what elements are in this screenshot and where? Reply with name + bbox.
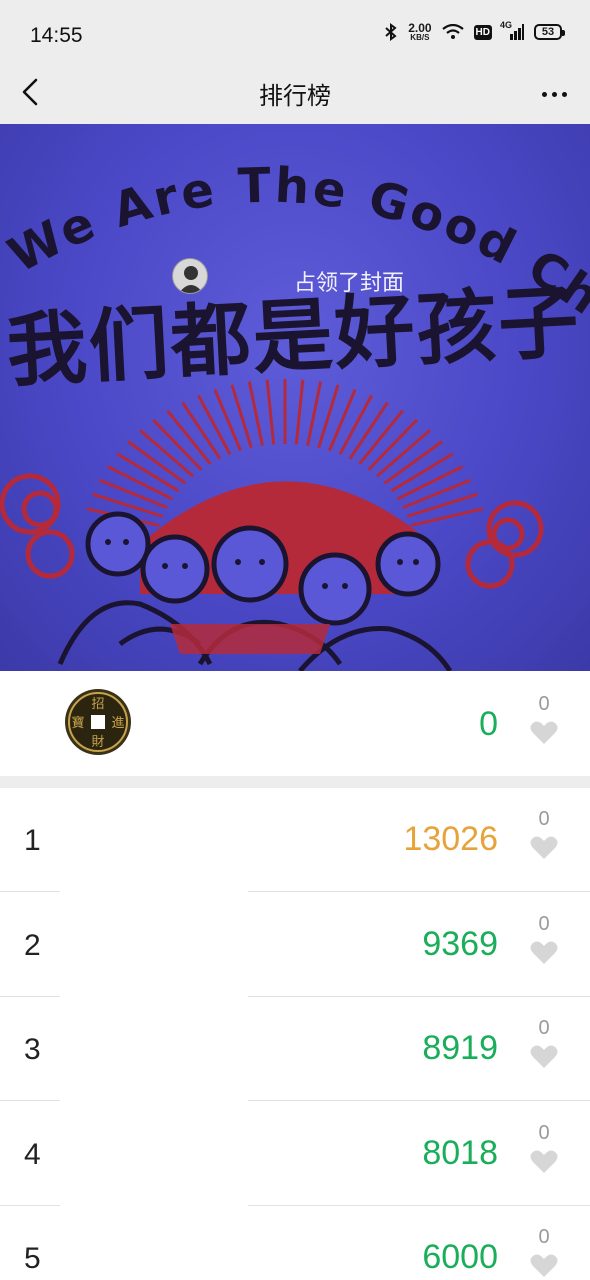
like-count: 0 <box>538 1017 550 1039</box>
like-button[interactable]: 0 <box>530 1017 558 1069</box>
my-like-button[interactable]: 0 <box>530 693 558 745</box>
coin-avatar-icon[interactable]: 招 財 寶 進 <box>64 688 132 756</box>
hd-badge: HD <box>473 24 492 40</box>
status-time: 14:55 <box>30 24 83 47</box>
cover-owner-avatar[interactable] <box>172 258 208 294</box>
section-divider <box>0 776 590 788</box>
battery-level: 53 <box>541 26 555 38</box>
my-steps: 0 <box>479 705 498 743</box>
net-speed-unit: KB/S <box>410 33 430 42</box>
net-speed: 2.00 KB/S <box>408 22 431 42</box>
more-dot <box>551 91 557 97</box>
signal-icon: 4G <box>500 20 524 40</box>
network-type-label: 4G <box>500 20 513 30</box>
right-flower <box>465 500 544 589</box>
status-icons: 2.00 KB/S HD 4G 53 <box>384 20 565 42</box>
cover-illustration: We Are The Good Children 我们都是好孩子 <box>0 124 590 671</box>
sun-ray <box>197 394 232 456</box>
more-dot <box>541 91 547 97</box>
like-button[interactable]: 0 <box>530 808 558 860</box>
rank-row[interactable]: 2 9369 0 <box>0 892 590 997</box>
more-button[interactable] <box>532 74 576 114</box>
rank-number: 1 <box>24 824 41 857</box>
like-count: 0 <box>538 808 550 830</box>
svg-text:寶: 寶 <box>71 715 84 731</box>
rank-row[interactable]: 3 8919 0 <box>0 997 590 1101</box>
nav-bar: 排行榜 <box>0 70 590 124</box>
like-button[interactable]: 0 <box>530 1226 558 1278</box>
rank-steps: 8018 <box>422 1133 498 1172</box>
sun-ray <box>247 381 264 446</box>
rank-row[interactable]: 4 8018 0 <box>0 1101 590 1206</box>
like-button[interactable]: 0 <box>530 1122 558 1174</box>
rank-number: 4 <box>24 1137 41 1171</box>
rank-steps: 6000 <box>422 1238 498 1276</box>
rank-number: 5 <box>24 1242 41 1275</box>
rank-steps: 13026 <box>403 820 498 858</box>
sun-ray <box>294 379 305 445</box>
left-flower <box>0 473 75 579</box>
rank-steps: 9369 <box>422 924 498 963</box>
like-button[interactable]: 0 <box>530 913 558 965</box>
svg-text:進: 進 <box>111 716 124 731</box>
cover-image[interactable]: We Are The Good Children 我们都是好孩子 <box>0 124 590 671</box>
cover-caption: 占领了封面 <box>294 270 405 295</box>
bluetooth-icon <box>384 23 398 41</box>
like-count: 0 <box>538 1121 550 1144</box>
heart-icon <box>530 941 558 964</box>
sun-ray <box>306 381 323 446</box>
red-scarf <box>170 624 330 654</box>
heart-icon <box>530 1150 558 1173</box>
more-dot <box>561 91 567 97</box>
svg-text:財: 財 <box>91 735 104 750</box>
page-title: 排行榜 <box>259 83 331 110</box>
status-bar: 14:55 2.00 KB/S HD 4G 53 <box>0 0 590 70</box>
heart-icon <box>530 1254 558 1277</box>
cover-owner[interactable] <box>172 258 208 294</box>
heart-icon <box>530 836 558 859</box>
my-like-count: 0 <box>538 693 550 715</box>
heart-icon <box>530 721 558 744</box>
sun-ray <box>98 478 168 509</box>
sun-ray <box>338 394 373 456</box>
rank-number: 3 <box>24 1033 41 1066</box>
battery-icon: 53 <box>534 24 565 40</box>
sun-ray <box>265 379 276 445</box>
wifi-icon <box>441 24 464 40</box>
heart-icon <box>530 1045 558 1068</box>
rank-number: 2 <box>24 928 41 962</box>
like-count: 0 <box>538 912 550 935</box>
rank-steps: 8919 <box>422 1029 498 1067</box>
svg-text:招: 招 <box>91 697 104 712</box>
rank-row[interactable]: 1 13026 0 <box>0 788 590 892</box>
sun-ray <box>402 478 472 509</box>
rank-row[interactable]: 5 6000 0 <box>0 1206 590 1280</box>
like-count: 0 <box>538 1226 550 1248</box>
my-rank-row[interactable]: 招 財 寶 進 0 0 <box>0 671 590 776</box>
